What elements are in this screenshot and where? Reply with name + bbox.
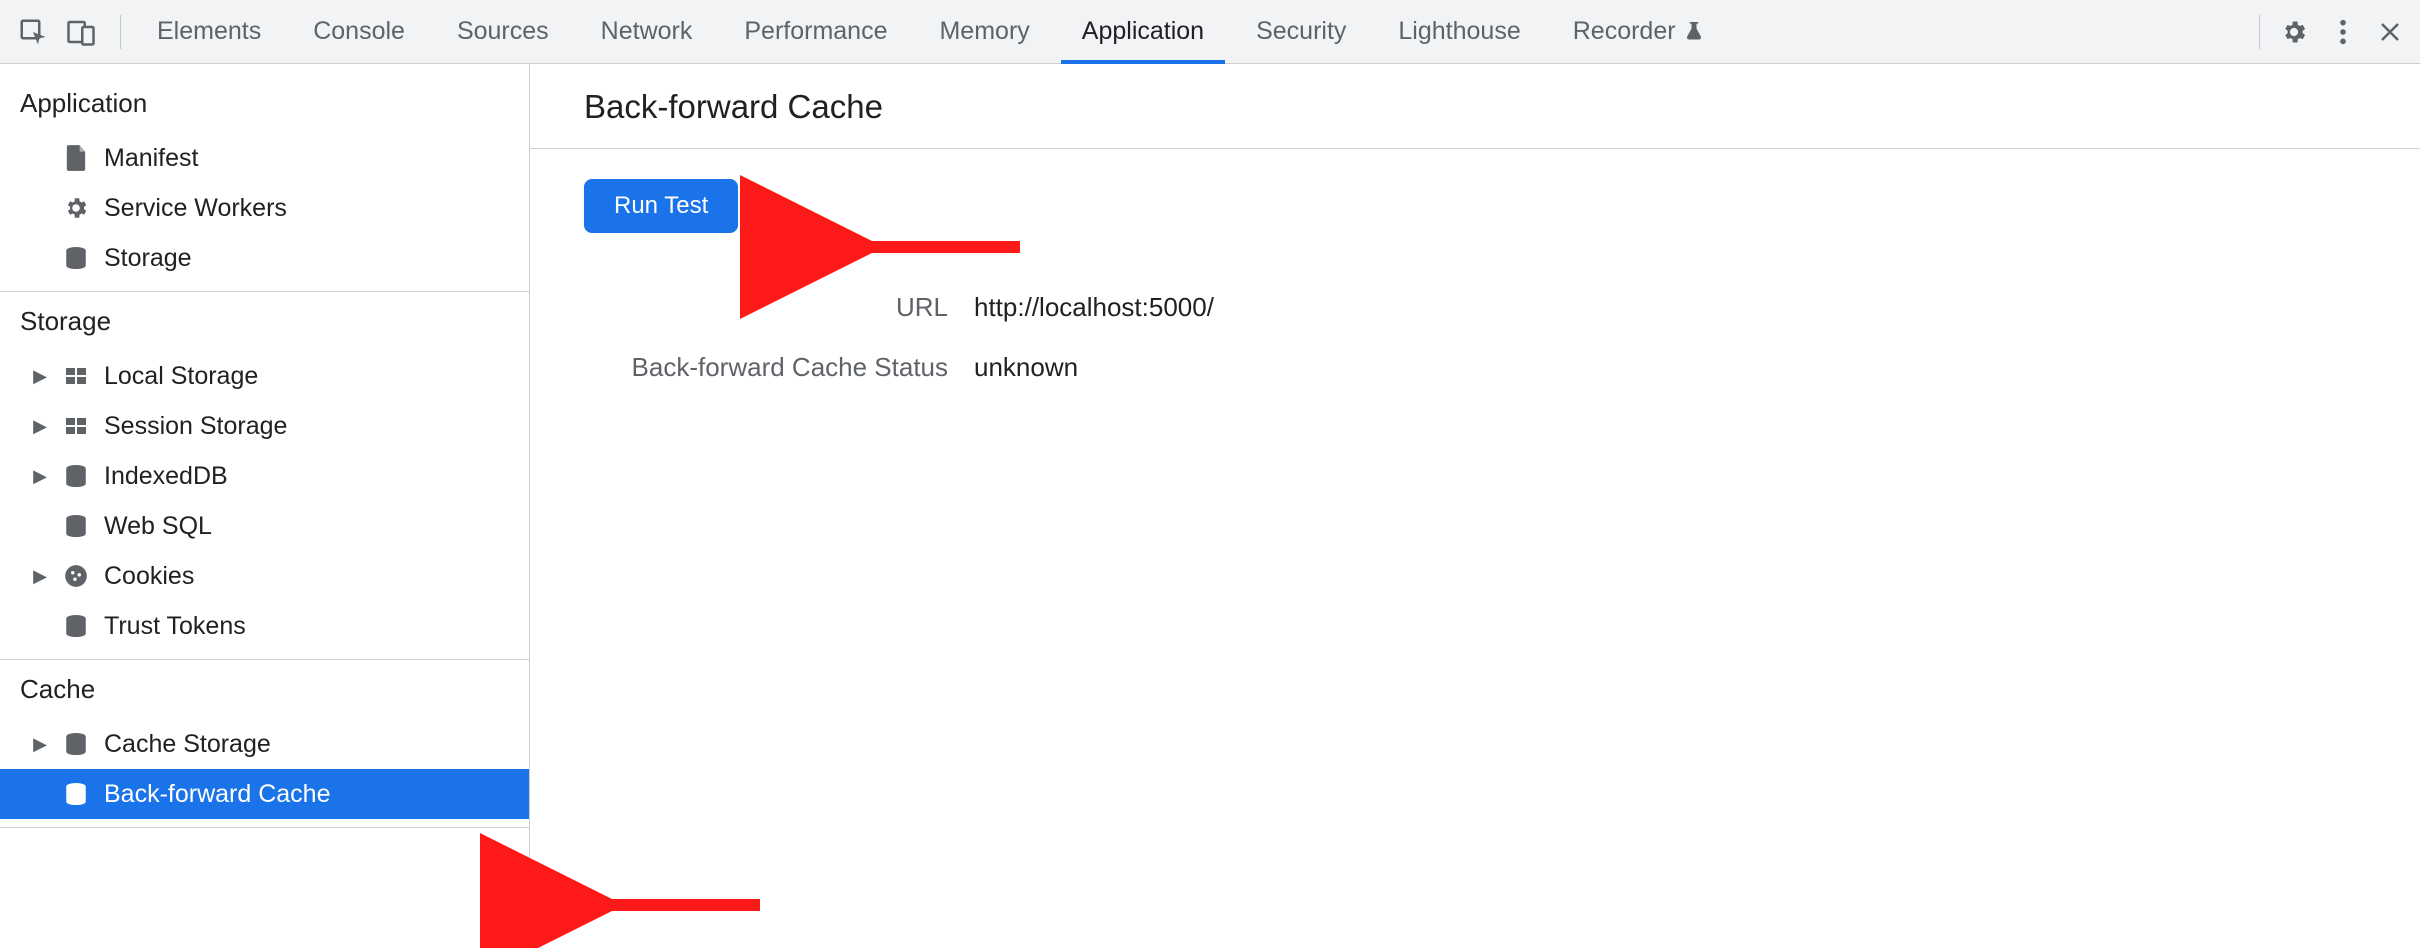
- sidebar-section-title: Application: [0, 74, 529, 133]
- sidebar-section-cache: Cache ▶ Cache Storage ▶ Back-forward Cac…: [0, 660, 529, 828]
- toolbar-divider-right: [2259, 15, 2260, 49]
- expand-caret-icon[interactable]: ▶: [32, 734, 48, 755]
- database-icon: [62, 245, 90, 271]
- database-icon: [62, 731, 90, 757]
- tab-elements[interactable]: Elements: [131, 0, 287, 63]
- sidebar-section-storage: Storage ▶ Local Storage ▶ Session Storag…: [0, 292, 529, 660]
- url-label: URL: [584, 292, 974, 323]
- responsive-icon[interactable]: [66, 17, 96, 47]
- expand-caret-icon[interactable]: ▶: [32, 466, 48, 487]
- tab-network[interactable]: Network: [575, 0, 719, 63]
- gear-icon: [62, 195, 90, 221]
- tab-recorder-label: Recorder: [1573, 17, 1676, 46]
- database-icon: [62, 463, 90, 489]
- sidebar-item-cache-storage[interactable]: ▶ Cache Storage: [0, 719, 529, 769]
- sidebar-section-application: Application ▶ Manifest ▶ Service Workers…: [0, 74, 529, 292]
- toolbar-divider: [120, 15, 121, 49]
- flask-icon: [1684, 20, 1704, 44]
- tab-security[interactable]: Security: [1230, 0, 1372, 63]
- sidebar-item-storage[interactable]: ▶ Storage: [0, 233, 529, 283]
- grid-icon: [62, 414, 90, 438]
- tab-elements-label: Elements: [157, 17, 261, 46]
- sidebar-item-service-workers[interactable]: ▶ Service Workers: [0, 183, 529, 233]
- tab-sources[interactable]: Sources: [431, 0, 575, 63]
- sidebar-section-title: Cache: [0, 660, 529, 719]
- devtools-toolbar: Elements Console Sources Network Perform…: [0, 0, 2420, 64]
- sidebar-item-websql[interactable]: ▶ Web SQL: [0, 501, 529, 551]
- file-icon: [62, 145, 90, 171]
- tab-memory[interactable]: Memory: [913, 0, 1055, 63]
- sidebar-item-indexeddb[interactable]: ▶ IndexedDB: [0, 451, 529, 501]
- tab-memory-label: Memory: [939, 17, 1029, 46]
- page-title: Back-forward Cache: [530, 64, 2420, 149]
- tab-performance[interactable]: Performance: [718, 0, 913, 63]
- tab-sources-label: Sources: [457, 17, 549, 46]
- sidebar-item-back-forward-cache[interactable]: ▶ Back-forward Cache: [0, 769, 529, 819]
- devtools-tabs: Elements Console Sources Network Perform…: [131, 0, 1730, 63]
- inspect-icon[interactable]: [18, 17, 48, 47]
- tab-performance-label: Performance: [744, 17, 887, 46]
- sidebar-item-label: Session Storage: [104, 412, 287, 441]
- tab-console-label: Console: [313, 17, 405, 46]
- sidebar-item-label: Manifest: [104, 144, 198, 173]
- application-sidebar: Application ▶ Manifest ▶ Service Workers…: [0, 64, 530, 948]
- database-icon: [62, 781, 90, 807]
- sidebar-item-label: Storage: [104, 244, 192, 273]
- sidebar-item-local-storage[interactable]: ▶ Local Storage: [0, 351, 529, 401]
- url-row: URL http://localhost:5000/: [584, 277, 2420, 337]
- tab-recorder[interactable]: Recorder: [1547, 0, 1730, 63]
- database-icon: [62, 513, 90, 539]
- sidebar-item-label: Service Workers: [104, 194, 287, 223]
- sidebar-item-session-storage[interactable]: ▶ Session Storage: [0, 401, 529, 451]
- tab-security-label: Security: [1256, 17, 1346, 46]
- sidebar-item-label: Trust Tokens: [104, 612, 246, 641]
- status-label: Back-forward Cache Status: [584, 352, 974, 383]
- database-icon: [62, 613, 90, 639]
- cookie-icon: [62, 563, 90, 589]
- sidebar-item-label: Web SQL: [104, 512, 212, 541]
- run-test-button[interactable]: Run Test: [584, 179, 738, 233]
- grid-icon: [62, 364, 90, 388]
- tab-application[interactable]: Application: [1056, 0, 1230, 63]
- sidebar-item-label: Local Storage: [104, 362, 258, 391]
- sidebar-item-cookies[interactable]: ▶ Cookies: [0, 551, 529, 601]
- sidebar-item-label: Back-forward Cache: [104, 780, 330, 809]
- status-row: Back-forward Cache Status unknown: [584, 337, 2420, 397]
- sidebar-item-label: Cache Storage: [104, 730, 271, 759]
- gear-icon[interactable]: [2280, 18, 2308, 46]
- tab-application-label: Application: [1082, 17, 1204, 46]
- sidebar-section-title: Storage: [0, 292, 529, 351]
- main-panel: Back-forward Cache Run Test URL http://l…: [530, 64, 2420, 948]
- expand-caret-icon[interactable]: ▶: [32, 366, 48, 387]
- tab-lighthouse-label: Lighthouse: [1398, 17, 1520, 46]
- sidebar-item-manifest[interactable]: ▶ Manifest: [0, 133, 529, 183]
- close-icon[interactable]: [2378, 20, 2402, 44]
- status-value: unknown: [974, 352, 1078, 383]
- tab-network-label: Network: [601, 17, 693, 46]
- tab-console[interactable]: Console: [287, 0, 431, 63]
- url-value: http://localhost:5000/: [974, 292, 1214, 323]
- expand-caret-icon[interactable]: ▶: [32, 566, 48, 587]
- sidebar-item-label: Cookies: [104, 562, 194, 591]
- sidebar-item-trust-tokens[interactable]: ▶ Trust Tokens: [0, 601, 529, 651]
- expand-caret-icon[interactable]: ▶: [32, 416, 48, 437]
- sidebar-item-label: IndexedDB: [104, 462, 228, 491]
- tab-lighthouse[interactable]: Lighthouse: [1372, 0, 1546, 63]
- more-icon[interactable]: [2338, 18, 2348, 46]
